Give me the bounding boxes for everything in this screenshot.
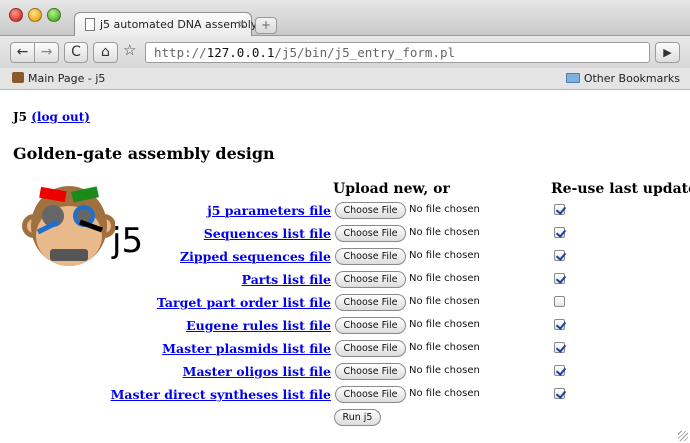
new-tab-button[interactable]: + <box>255 17 277 34</box>
reuse-checkbox[interactable] <box>554 319 565 330</box>
page-icon <box>85 18 95 31</box>
file-status: No file chosen <box>409 204 480 215</box>
url-scheme: http:// <box>154 45 207 60</box>
run-j5-button[interactable]: Run j5 <box>334 409 381 426</box>
file-link[interactable]: j5 parameters file <box>207 203 331 218</box>
reuse-checkbox[interactable] <box>554 296 565 307</box>
reuse-checkbox[interactable] <box>554 342 565 353</box>
file-row-master-oligos-list-file: Master oligos list file Choose File No fil… <box>0 363 690 383</box>
bookmark-main-page[interactable]: Main Page - j5 <box>12 72 105 85</box>
user-name: J5 <box>13 110 28 124</box>
url-path: /j5/bin/j5_entry_form.pl <box>274 45 456 60</box>
reuse-checkbox[interactable] <box>554 273 565 284</box>
go-button[interactable]: ▶ <box>655 42 680 63</box>
reuse-checkbox[interactable] <box>554 250 565 261</box>
file-status: No file chosen <box>409 319 480 330</box>
file-status: No file chosen <box>409 250 480 261</box>
upload-column-header: Upload new, or <box>333 181 450 197</box>
file-status: No file chosen <box>409 273 480 284</box>
file-status: No file chosen <box>409 388 480 399</box>
url-host: 127.0.0.1 <box>206 45 275 60</box>
user-line: J5 (log out) <box>13 110 90 124</box>
choose-file-button[interactable]: Choose File <box>335 340 406 357</box>
home-button[interactable]: ⌂ <box>93 42 118 63</box>
file-status: No file chosen <box>409 296 480 307</box>
bookmark-main-page-label: Main Page - j5 <box>28 72 106 85</box>
browser-window: j5 automated DNA assembly × + ← → C ⌂ ☆ … <box>0 0 690 443</box>
file-link[interactable]: Parts list file <box>242 272 331 287</box>
choose-file-button[interactable]: Choose File <box>335 317 406 334</box>
file-row-master-direct-syntheses-list-file: Master direct syntheses list file Choose … <box>0 386 690 406</box>
choose-file-button[interactable]: Choose File <box>335 271 406 288</box>
choose-file-button[interactable]: Choose File <box>335 294 406 311</box>
file-row-sequences-list-file: Sequences list file Choose File No file ch… <box>0 225 690 245</box>
choose-file-button[interactable]: Choose File <box>335 225 406 242</box>
minimize-window-button[interactable] <box>28 8 42 22</box>
file-link[interactable]: Eugene rules list file <box>186 318 331 333</box>
choose-file-button[interactable]: Choose File <box>335 202 406 219</box>
file-row-eugene-rules-list-file: Eugene rules list file Choose File No file… <box>0 317 690 337</box>
reuse-checkbox[interactable] <box>554 204 565 215</box>
reuse-column-header: Re-use last updated <box>551 181 690 197</box>
reuse-checkbox[interactable] <box>554 388 565 399</box>
monkey-favicon-icon <box>12 72 24 83</box>
title-bar: j5 automated DNA assembly × + <box>0 0 690 36</box>
file-status: No file chosen <box>409 227 480 238</box>
file-row-zipped-sequences-file: Zipped sequences file Choose File No file … <box>0 248 690 268</box>
close-window-button[interactable] <box>9 8 23 22</box>
browser-toolbar: ← → C ⌂ ☆ http://127.0.0.1/j5/bin/j5_ent… <box>0 36 690 68</box>
logout-link[interactable]: (log out) <box>31 110 90 124</box>
file-row-target-part-order-list-file: Target part order list file Choose File No… <box>0 294 690 314</box>
file-link[interactable]: Master oligos list file <box>183 364 331 379</box>
other-bookmarks-label: Other Bookmarks <box>583 72 680 85</box>
choose-file-button[interactable]: Choose File <box>335 248 406 265</box>
choose-file-button[interactable]: Choose File <box>335 363 406 380</box>
file-link[interactable]: Target part order list file <box>157 295 331 310</box>
back-button[interactable]: ← <box>10 42 35 63</box>
file-row-j5-parameters-file: j5 parameters file Choose File No file cho… <box>0 202 690 222</box>
zoom-window-button[interactable] <box>47 8 61 22</box>
file-link[interactable]: Master plasmids list file <box>162 341 331 356</box>
file-link[interactable]: Sequences list file <box>204 226 331 241</box>
bookmark-star-icon[interactable]: ☆ <box>123 41 136 59</box>
reuse-checkbox[interactable] <box>554 227 565 238</box>
file-row-parts-list-file: Parts list file Choose File No file chosen <box>0 271 690 291</box>
reuse-checkbox[interactable] <box>554 365 565 376</box>
file-link[interactable]: Master direct syntheses list file <box>111 387 331 402</box>
tab-close-icon[interactable]: × <box>237 17 247 31</box>
browser-tab[interactable]: j5 automated DNA assembly × <box>74 12 257 36</box>
file-row-master-plasmids-list-file: Master plasmids list file Choose File No f… <box>0 340 690 360</box>
bookmarks-bar: Main Page - j5 Other Bookmarks <box>0 68 690 90</box>
file-link[interactable]: Zipped sequences file <box>180 249 331 264</box>
page-content: J5 (log out) Golden-gate assembly design… <box>0 91 690 443</box>
resize-grip-icon[interactable] <box>678 431 688 441</box>
address-bar[interactable]: http://127.0.0.1/j5/bin/j5_entry_form.pl <box>145 42 650 63</box>
forward-button[interactable]: → <box>34 42 59 63</box>
file-status: No file chosen <box>409 342 480 353</box>
page-title: Golden-gate assembly design <box>13 144 275 163</box>
other-bookmarks[interactable]: Other Bookmarks <box>565 72 680 85</box>
tab-title: j5 automated DNA assembly <box>100 18 258 31</box>
file-status: No file chosen <box>409 365 480 376</box>
reload-button[interactable]: C <box>64 42 88 63</box>
choose-file-button[interactable]: Choose File <box>335 386 406 403</box>
folder-icon <box>565 73 580 83</box>
